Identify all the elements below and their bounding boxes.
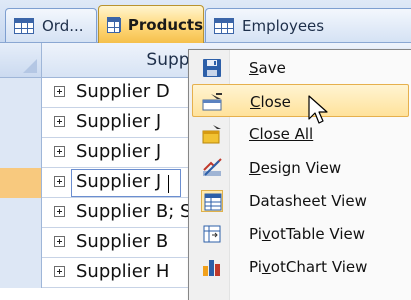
menu-item-save[interactable]: Save [192, 51, 409, 84]
menu-item-label: Save [249, 59, 286, 77]
expand-plus-icon[interactable] [54, 236, 65, 247]
tab-orders[interactable]: Ord... [5, 8, 97, 42]
table-icon [14, 17, 34, 34]
close-all-icon [201, 123, 223, 145]
pivotchart-view-icon [201, 256, 223, 278]
supplier-cell[interactable]: Supplier H [76, 261, 169, 282]
menu-item-label: PivotTable View [249, 225, 365, 243]
tab-context-menu: Save Close Close All Design View Datashe… [188, 49, 411, 300]
table-icon [214, 17, 234, 34]
menu-item-close[interactable]: Close [192, 84, 409, 117]
menu-item-label: Datasheet View [249, 192, 367, 210]
select-all-button[interactable] [0, 43, 42, 77]
row-selector-current[interactable] [0, 168, 42, 198]
row-selector[interactable] [0, 78, 42, 108]
pivottable-view-icon [201, 223, 223, 245]
document-tab-strip: Ord... Products Employees [0, 0, 411, 43]
expand-plus-icon[interactable] [54, 86, 65, 97]
menu-item-label: Design View [249, 159, 342, 177]
tab-label: Products [127, 15, 203, 34]
supplier-cell[interactable]: Supplier B; S [76, 201, 191, 222]
tab-products[interactable]: Products [98, 5, 204, 43]
column-header-supplier[interactable]: Suppli [43, 43, 203, 77]
supplier-cell[interactable]: Supplier J [76, 171, 161, 192]
mouse-pointer-icon [308, 95, 330, 125]
save-disk-icon [201, 57, 223, 79]
close-window-icon [202, 91, 224, 113]
menu-item-pivotchart-view[interactable]: PivotChart View [192, 250, 409, 283]
supplier-cell[interactable]: Supplier B [76, 231, 168, 252]
menu-item-pivottable-view[interactable]: PivotTable View [192, 217, 409, 250]
row-selector[interactable] [0, 228, 42, 258]
tab-employees[interactable]: Employees [205, 8, 411, 42]
supplier-cell[interactable]: Supplier J [76, 141, 161, 162]
tab-label: Ord... [42, 16, 84, 35]
row-selector[interactable] [0, 258, 42, 288]
menu-item-label: Close [250, 93, 291, 111]
expand-plus-icon[interactable] [54, 206, 65, 217]
row-selector[interactable] [0, 198, 42, 228]
menu-item-label: PivotChart View [249, 258, 368, 276]
tab-label: Employees [242, 16, 325, 35]
table-icon [107, 16, 120, 33]
expand-plus-icon[interactable] [54, 176, 65, 187]
datasheet-view-icon [201, 190, 223, 212]
row-selector[interactable] [0, 108, 42, 138]
expand-plus-icon[interactable] [54, 266, 65, 277]
text-caret [168, 175, 169, 193]
menu-item-design-view[interactable]: Design View [192, 151, 409, 184]
expand-plus-icon[interactable] [54, 146, 65, 157]
expand-plus-icon[interactable] [54, 116, 65, 127]
design-view-icon [201, 157, 223, 179]
menu-item-datasheet-view[interactable]: Datasheet View [192, 184, 409, 217]
menu-item-label: Close All [249, 125, 314, 143]
supplier-cell[interactable]: Supplier D [76, 81, 170, 102]
menu-item-close-all[interactable]: Close All [192, 117, 409, 150]
supplier-cell[interactable]: Supplier J [76, 111, 161, 132]
row-selector[interactable] [0, 138, 42, 168]
